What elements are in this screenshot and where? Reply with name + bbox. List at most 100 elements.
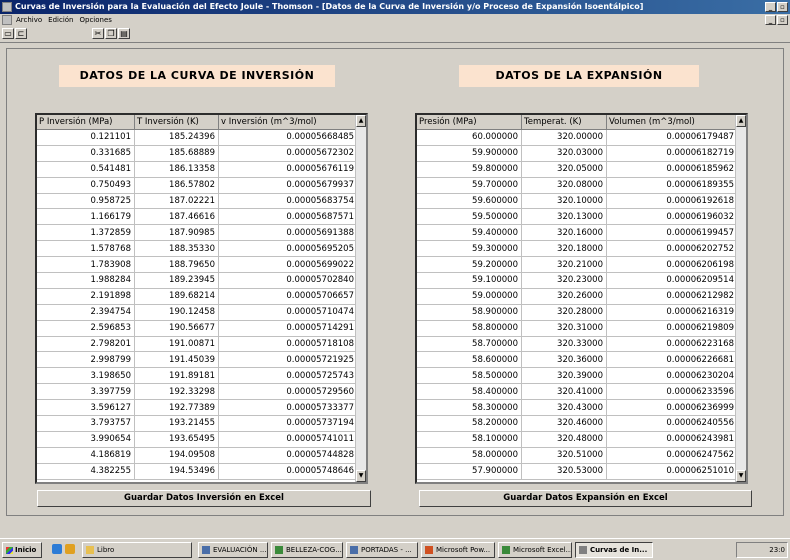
table-row[interactable]: 3.793757 193.21455 0.00005737194 [37, 415, 358, 432]
table-row[interactable]: 3.990654 193.65495 0.00005741011 [37, 431, 358, 448]
table-cell[interactable]: 58.100000 [417, 431, 522, 448]
table-row[interactable]: 3.397759 192.33298 0.00005729560 [37, 383, 358, 401]
table-row[interactable]: 59.200000 320.21000 0.00006206198 [417, 256, 738, 274]
task-portadas[interactable]: PORTADAS - ... [346, 542, 418, 558]
task-powerpoint[interactable]: Microsoft Pow... [421, 542, 495, 558]
table-cell[interactable]: 1.578768 [37, 240, 135, 258]
table-cell[interactable]: 185.68889 [134, 145, 219, 162]
table-cell[interactable]: 185.24396 [134, 129, 219, 146]
table-cell[interactable]: 194.09508 [134, 447, 219, 464]
table-cell[interactable]: 320.51000 [521, 447, 607, 464]
table-cell[interactable]: 320.21000 [521, 256, 607, 274]
table-cell[interactable]: 0.00005718108 [218, 336, 358, 353]
column-header[interactable]: P Inversión (MPa) [37, 115, 135, 130]
table-cell[interactable]: 320.13000 [521, 208, 607, 226]
table-cell[interactable]: 320.00000 [521, 129, 607, 146]
table-cell[interactable]: 186.57802 [134, 177, 219, 194]
table-row[interactable]: 4.186819 194.09508 0.00005744828 [37, 447, 358, 464]
table-cell[interactable]: 0.00006189355 [606, 177, 738, 194]
table-cell[interactable]: 320.28000 [521, 304, 607, 321]
table-cell[interactable]: 1.783908 [37, 256, 135, 274]
table-cell[interactable]: 320.18000 [521, 240, 607, 258]
menu-archivo[interactable]: Archivo [16, 16, 42, 24]
table-cell[interactable]: 0.00006209514 [606, 272, 738, 289]
table-cell[interactable]: 192.33298 [134, 383, 219, 401]
table-cell[interactable]: 3.793757 [37, 415, 135, 432]
doc-minimize-button[interactable]: _ [765, 15, 776, 25]
table-row[interactable]: 59.600000 320.10000 0.00006192618 [417, 193, 738, 210]
table-cell[interactable]: 194.53496 [134, 463, 219, 480]
table-cell[interactable]: 191.00871 [134, 336, 219, 353]
table-cell[interactable]: 0.00005683754 [218, 193, 358, 210]
table-cell[interactable]: 3.990654 [37, 431, 135, 448]
table-cell[interactable]: 187.02221 [134, 193, 219, 210]
table-cell[interactable]: 59.600000 [417, 193, 522, 210]
table-cell[interactable]: 58.700000 [417, 336, 522, 353]
table-cell[interactable]: 320.31000 [521, 320, 607, 337]
table-cell[interactable]: 320.39000 [521, 367, 607, 385]
table-cell[interactable]: 0.00005748646 [218, 463, 358, 480]
table-cell[interactable]: 320.23000 [521, 272, 607, 289]
copy-icon[interactable]: ❐ [105, 28, 117, 39]
table-cell[interactable]: 320.41000 [521, 383, 607, 401]
table-cell[interactable]: 60.000000 [417, 129, 522, 146]
table-row[interactable]: 59.900000 320.03000 0.00006182719 [417, 145, 738, 162]
table-cell[interactable]: 0.00006202752 [606, 240, 738, 258]
table-cell[interactable]: 188.35330 [134, 240, 219, 258]
column-header[interactable]: Volumen (m^3/mol) [606, 115, 738, 130]
table-row[interactable]: 3.198650 191.89181 0.00005725743 [37, 367, 358, 385]
table-cell[interactable]: 59.400000 [417, 224, 522, 242]
table-cell[interactable]: 0.00006216319 [606, 304, 738, 321]
table-cell[interactable]: 2.798201 [37, 336, 135, 353]
table-cell[interactable]: 2.998799 [37, 351, 135, 369]
table-cell[interactable]: 58.800000 [417, 320, 522, 337]
table-row[interactable]: 2.191898 189.68214 0.00005706657 [37, 288, 358, 305]
table-cell[interactable]: 0.00005672302 [218, 145, 358, 162]
table-cell[interactable]: 320.43000 [521, 399, 607, 417]
table-row[interactable]: 59.000000 320.26000 0.00006212982 [417, 288, 738, 305]
table-cell[interactable]: 0.00005741011 [218, 431, 358, 448]
quicklaunch-icon[interactable] [65, 544, 75, 554]
table-row[interactable]: 58.000000 320.51000 0.00006247562 [417, 447, 738, 464]
table-row[interactable]: 58.200000 320.46000 0.00006240556 [417, 415, 738, 432]
table-cell[interactable]: 1.372859 [37, 224, 135, 242]
table-cell[interactable]: 0.00005687571 [218, 208, 358, 226]
table-cell[interactable]: 59.700000 [417, 177, 522, 194]
table-cell[interactable]: 192.77389 [134, 399, 219, 417]
scroll-up-icon[interactable]: ▲ [736, 115, 746, 127]
table-row[interactable]: 0.121101 185.24396 0.00005668485 [37, 129, 358, 146]
table-cell[interactable]: 0.00005744828 [218, 447, 358, 464]
table-cell[interactable]: 193.21455 [134, 415, 219, 432]
table-cell[interactable]: 58.500000 [417, 367, 522, 385]
table-row[interactable]: 1.166179 187.46616 0.00005687571 [37, 208, 358, 226]
scroll-up-icon[interactable]: ▲ [356, 115, 366, 127]
save-expansion-excel-button[interactable]: Guardar Datos Expansión en Excel [419, 490, 752, 507]
table-row[interactable]: 1.578768 188.35330 0.00005695205 [37, 240, 358, 258]
menu-edicion[interactable]: Edición [48, 16, 73, 24]
table-cell[interactable]: 57.900000 [417, 463, 522, 480]
table-cell[interactable]: 4.382255 [37, 463, 135, 480]
table-cell[interactable]: 320.16000 [521, 224, 607, 242]
table-cell[interactable]: 0.00005676119 [218, 161, 358, 178]
expansion-table[interactable]: Presión (MPa) Temperat. (K) Volumen (m^3… [415, 113, 748, 484]
paste-icon[interactable]: ▤ [118, 28, 130, 39]
menu-opciones[interactable]: Opciones [80, 16, 112, 24]
table-row[interactable]: 2.998799 191.45039 0.00005721925 [37, 351, 358, 369]
table-cell[interactable]: 0.00006230204 [606, 367, 738, 385]
title-bar[interactable]: Curvas de Inversión para la Evaluación d… [0, 0, 790, 14]
table-cell[interactable]: 0.00006240556 [606, 415, 738, 432]
table-cell[interactable]: 189.23945 [134, 272, 219, 289]
table-cell[interactable]: 187.90985 [134, 224, 219, 242]
table-cell[interactable]: 59.100000 [417, 272, 522, 289]
restore-button[interactable]: ▫ [777, 2, 788, 12]
table-cell[interactable]: 0.00006226681 [606, 351, 738, 369]
table-row[interactable]: 58.900000 320.28000 0.00006216319 [417, 304, 738, 321]
table-row[interactable]: 0.750493 186.57802 0.00005679937 [37, 177, 358, 194]
table-cell[interactable]: 0.00005714291 [218, 320, 358, 337]
table-cell[interactable]: 0.958725 [37, 193, 135, 210]
table-row[interactable]: 58.700000 320.33000 0.00006223168 [417, 336, 738, 353]
inversion-table[interactable]: P Inversión (MPa) T Inversión (K) v Inve… [35, 113, 368, 484]
table-cell[interactable]: 3.397759 [37, 383, 135, 401]
app-icon[interactable] [2, 2, 12, 12]
table-cell[interactable]: 58.200000 [417, 415, 522, 432]
